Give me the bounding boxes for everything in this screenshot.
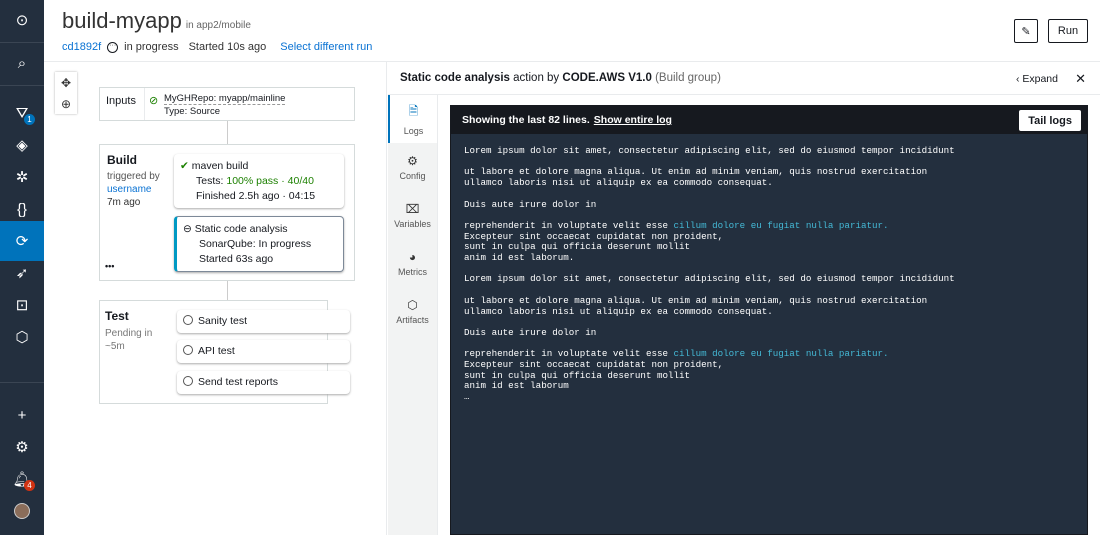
log-line: …: [464, 391, 470, 403]
test-pending: Pending in ~5m: [105, 328, 153, 352]
log-highlight: cillum dolore eu fugiat nulla pariatur.: [673, 219, 889, 231]
build-title: Build: [107, 153, 137, 167]
log-line: Duis aute irure dolor in: [464, 326, 597, 338]
in-progress-icon: ⊖: [183, 223, 192, 235]
log-line: anim id est laborum.: [464, 252, 575, 264]
run-status: in progress: [124, 41, 179, 53]
expand-button[interactable]: ‹ Expand: [1016, 73, 1058, 85]
expand-nav-icon[interactable]: ⊙: [0, 0, 44, 40]
edit-icon: ✎: [1021, 25, 1031, 38]
action-name: Static code analysis: [194, 223, 288, 235]
close-icon[interactable]: ✕: [1075, 71, 1086, 87]
action-maven-build[interactable]: ✔ maven build Tests: 100% pass · 40/40 F…: [174, 154, 344, 208]
tab-label: Metrics: [398, 266, 427, 277]
action-send-test-reports[interactable]: Send test reports: [177, 371, 350, 394]
log-line: ullamco laboris nisi ut aliquip ex ea co…: [464, 177, 773, 189]
tab-artifacts[interactable]: ⬡ Artifacts: [388, 287, 437, 335]
log-line: ut labore et dolore magna aliqua. Ut eni…: [464, 294, 928, 306]
clock-icon: [183, 376, 193, 386]
tab-metrics[interactable]: ◕ Metrics: [388, 239, 437, 287]
tab-config[interactable]: ⚙ Config: [388, 143, 437, 191]
action-status: SonarQube: In progress: [199, 238, 312, 250]
action-api-test[interactable]: API test: [177, 340, 350, 363]
tab-variables[interactable]: ⌧ Variables: [388, 191, 437, 239]
search-icon[interactable]: ⌕: [0, 43, 44, 83]
tests-label: Tests:: [196, 175, 224, 187]
gear-icon: ⚙: [407, 153, 418, 168]
page-title: build-myapp: [62, 8, 182, 33]
file-icon: 🗎: [408, 104, 419, 118]
location: in app2/mobile: [185, 20, 251, 31]
action-details-panel: Static code analysis action by CODE.AWS …: [388, 62, 1100, 535]
finished-time: Finished 2.5h ago · 04:15: [196, 190, 316, 202]
log-line: Duis aute irure dolor in: [464, 198, 597, 210]
tab-label: Artifacts: [396, 314, 429, 325]
run-started: Started 10s ago: [188, 41, 267, 53]
run-button[interactable]: Run: [1048, 19, 1088, 43]
success-icon: ✔: [180, 160, 189, 172]
variables-icon: ⌧: [405, 201, 420, 216]
action-by: action by: [513, 72, 560, 84]
pie-chart-icon: ◕: [408, 249, 417, 264]
repo-source[interactable]: MyGHRepo: myapp/mainline: [164, 93, 286, 105]
clock-icon: [183, 315, 193, 325]
move-icon[interactable]: ✥: [61, 76, 71, 90]
show-entire-log-link[interactable]: Show entire log: [594, 114, 672, 126]
log-line: ullamco laboris nisi ut aliquip ex ea co…: [464, 305, 773, 317]
log-line: Lorem ipsum dolor sit amet, consectetur …: [464, 273, 955, 285]
action-name: maven build: [191, 160, 249, 172]
pipeline-canvas[interactable]: ✥ ⊕ Inputs ⊘ MyGHRepo: myapp/mainline Typ…: [44, 62, 387, 535]
user-link[interactable]: username: [107, 183, 177, 196]
log-highlight: cillum dolore eu fugiat nulla pariatur.: [673, 348, 889, 360]
tests-value: 100% pass · 40/40: [226, 175, 314, 187]
inputs-box[interactable]: Inputs ⊘ MyGHRepo: myapp/mainline Type: …: [99, 87, 355, 121]
log-output: Lorem ipsum dolor sit amet, consectetur …: [451, 134, 1087, 415]
action-started: Started 63s ago: [199, 253, 274, 265]
log-viewer[interactable]: Showing the last 82 lines. Show entire lo…: [450, 105, 1088, 535]
tab-label: Variables: [394, 218, 431, 229]
tab-logs[interactable]: 🗎 Logs: [388, 95, 437, 143]
test-title: Test: [105, 309, 129, 323]
success-icon: ⊘: [149, 95, 159, 107]
cube-icon: ⬡: [407, 297, 418, 312]
avatar[interactable]: [0, 491, 44, 531]
page-header: build-myapp in app2/mobile cd1892f ··· in…: [44, 0, 1100, 62]
center-icon[interactable]: ⊕: [61, 97, 71, 111]
expand-label: Expand: [1022, 73, 1058, 85]
nav-sidebar: ⊙ ⌕ ⛛ 1 ◈ ✲ {} ⟳ ➶ ⊡ ⬡ + ⚙ 🔔︎ 4: [0, 0, 44, 535]
action-title: Static code analysis: [400, 72, 510, 84]
log-line: Lorem ipsum dolor sit amet, consectetur …: [464, 145, 955, 156]
action-sanity-test[interactable]: Sanity test: [177, 310, 350, 333]
notification-badge: 4: [24, 480, 35, 491]
action-name: Sanity test: [198, 315, 248, 327]
tab-label: Config: [399, 170, 426, 181]
filter-badge: 1: [24, 114, 35, 125]
action-name: API test: [198, 345, 235, 357]
in-progress-icon: ···: [107, 41, 119, 53]
clock-icon: [183, 345, 193, 355]
source-type: Type: Source: [164, 106, 220, 117]
package-icon[interactable]: ⬡: [0, 317, 44, 357]
trigger-time: 7m ago: [107, 197, 141, 208]
log-header: Showing the last 82 lines.: [462, 114, 590, 126]
log-line: anim id est laborum: [464, 380, 569, 392]
inputs-label: Inputs: [106, 95, 136, 107]
edit-button[interactable]: ✎: [1014, 19, 1038, 43]
provider: CODE.AWS V1.0: [562, 72, 652, 84]
triggered-label: triggered by: [107, 171, 160, 182]
action-name: Send test reports: [198, 376, 278, 388]
action-static-code-analysis[interactable]: ⊖ Static code analysis SonarQube: In pro…: [174, 216, 344, 272]
tab-label: Logs: [403, 126, 424, 136]
tail-logs-button[interactable]: Tail logs: [1019, 110, 1081, 131]
group: (Build group): [655, 72, 721, 84]
select-run-link[interactable]: Select different run: [280, 41, 372, 53]
commit-link[interactable]: cd1892f: [62, 41, 101, 53]
more-icon[interactable]: •••: [105, 261, 114, 271]
